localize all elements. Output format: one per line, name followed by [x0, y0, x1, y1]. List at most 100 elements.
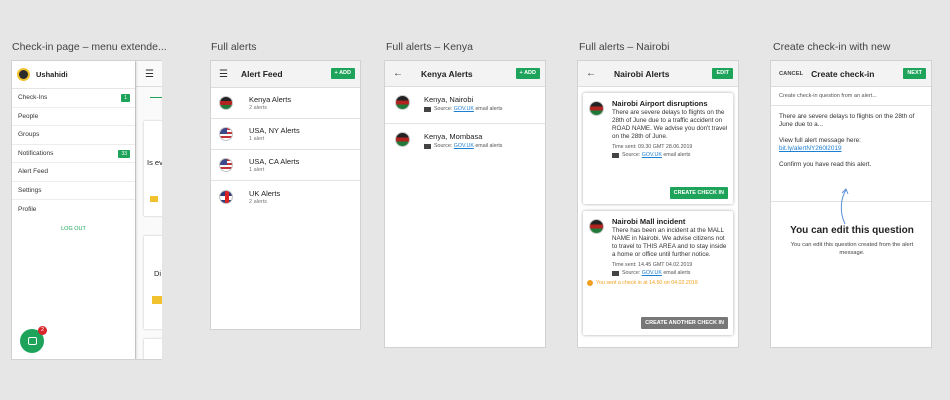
- menu-item-notifications[interactable]: Notifications 33: [12, 145, 135, 163]
- menu-item-alert-feed[interactable]: Alert Feed: [12, 163, 135, 182]
- page-title: Alert Feed: [241, 69, 283, 79]
- menu-label: Profile: [18, 205, 37, 213]
- caption-full-alerts-nairobi: Full alerts – Nairobi: [579, 41, 670, 53]
- checkins-count-badge: 1: [121, 94, 130, 102]
- background-card-badge: [152, 296, 162, 304]
- usa-flag-icon: [219, 158, 233, 172]
- gov-uk-link[interactable]: GOV.UK: [642, 270, 662, 276]
- checkin-sent-warning: You sent a check in at 14.50 on 04.02.20…: [587, 280, 729, 286]
- ushahidi-logo-icon: [17, 68, 30, 81]
- alert-title: Nairobi Mall incident: [612, 217, 686, 226]
- caption-full-alerts-kenya: Full alerts – Kenya: [386, 41, 473, 53]
- kenya-flag-icon: [589, 101, 604, 116]
- alert-feed-row-usa-ny[interactable]: USA, NY Alerts 1 alert: [211, 119, 360, 150]
- add-button[interactable]: + ADD: [515, 68, 540, 79]
- feed-name: Kenya Alerts: [249, 95, 292, 104]
- create-another-check-in-button[interactable]: CREATE ANOTHER CHECK IN: [641, 317, 728, 329]
- alert-source: Source: GOV.UK email alerts: [424, 106, 502, 112]
- source-prefix: Source:: [622, 152, 641, 158]
- menu-item-settings[interactable]: Settings: [12, 182, 135, 200]
- chat-icon: [27, 337, 37, 345]
- chat-button[interactable]: 2: [20, 326, 47, 353]
- feed-count: 1 alert: [249, 167, 265, 173]
- alert-time-sent: Time sent: 09.30 GMT 28.06.2019: [612, 144, 693, 150]
- alert-location: Kenya, Nairobi: [424, 95, 474, 104]
- feed-count: 2 alerts: [249, 198, 268, 205]
- back-arrow-icon[interactable]: ←: [393, 68, 415, 79]
- create-check-in-button[interactable]: CREATE CHECK IN: [669, 187, 728, 199]
- alert-feed-row-kenya[interactable]: Kenya Alerts 2 alerts: [211, 88, 360, 119]
- alert-location: Kenya, Mombasa: [424, 132, 483, 141]
- menu-label: Groups: [18, 131, 40, 139]
- notifications-count-badge: 33: [118, 149, 130, 158]
- caption-full-alerts: Full alerts: [211, 41, 257, 53]
- menu-item-groups[interactable]: Groups: [12, 126, 135, 145]
- drawer-header: Ushahidi: [12, 61, 135, 89]
- app-bar: ☰ Alert Feed + ADD: [211, 61, 360, 88]
- alert-title: Nairobi Airport disruptions: [612, 99, 708, 108]
- alert-feed-row-usa-ca[interactable]: USA, CA Alerts 1 alert: [211, 150, 360, 181]
- feed-count: 1 alert: [249, 136, 265, 142]
- next-button[interactable]: NEXT: [903, 68, 926, 79]
- menu-item-people[interactable]: People: [12, 108, 135, 126]
- envelope-icon: [612, 152, 619, 158]
- app-bar: ← Nairobi Alerts EDIT: [578, 61, 738, 87]
- screen-checkin-menu: ☰ Is ev Di Ushahidi Check-Ins 1 People Gr…: [11, 60, 162, 360]
- source-prefix: Source:: [434, 143, 453, 149]
- alert-row-nairobi[interactable]: Kenya, Nairobi Source: GOV.UK email aler…: [385, 87, 545, 124]
- gov-uk-link[interactable]: GOV.UK: [454, 106, 474, 112]
- source-prefix: Source:: [434, 106, 453, 112]
- question-text-3: Confirm you have read this alert.: [779, 161, 872, 168]
- feed-name: USA, NY Alerts: [249, 126, 300, 135]
- question-text-1: There are severe delays to flights on th…: [779, 113, 915, 128]
- menu-item-profile[interactable]: Profile: [12, 200, 135, 219]
- background-card-badge: [150, 196, 158, 202]
- menu-label: Notifications: [18, 149, 54, 157]
- alert-row-mombasa[interactable]: Kenya, Mombasa Source: GOV.UK email aler…: [385, 124, 545, 161]
- menu-label: Alert Feed: [18, 168, 48, 176]
- envelope-icon: [424, 143, 431, 149]
- feed-name: USA, CA Alerts: [249, 157, 300, 166]
- kenya-flag-icon: [589, 219, 604, 234]
- add-button[interactable]: + ADD: [330, 68, 355, 79]
- kenya-flag-icon: [219, 96, 233, 110]
- gov-uk-link[interactable]: GOV.UK: [454, 143, 474, 149]
- app-bar: ← Kenya Alerts + ADD: [385, 61, 545, 87]
- gov-uk-link[interactable]: GOV.UK: [642, 152, 662, 158]
- logout-button[interactable]: LOG OUT: [12, 226, 135, 232]
- alert-short-link[interactable]: bit.ly/alertNY260l2019: [779, 145, 923, 153]
- alert-body: There are severe delays to flights on th…: [612, 109, 728, 140]
- page-title: Create check-in: [811, 68, 875, 79]
- question-hint: Create check-in question from an alert..…: [771, 87, 931, 106]
- cancel-button[interactable]: CANCEL: [779, 71, 803, 77]
- chat-count-badge: 2: [38, 326, 47, 335]
- feed-name: UK Alerts: [249, 188, 281, 198]
- alert-card-airport: Nairobi Airport disruptions There are se…: [583, 93, 733, 204]
- edit-question-subtext: You can edit this question created from …: [790, 242, 914, 256]
- background-card-2: Di: [144, 236, 162, 329]
- menu-toggle-icon[interactable]: ☰: [145, 69, 154, 80]
- menu-label: People: [18, 112, 39, 120]
- envelope-icon: [424, 106, 431, 112]
- screen-kenya-alerts: ← Kenya Alerts + ADD Kenya, Nairobi Sour…: [384, 60, 546, 348]
- warning-text: You sent a check in at 14.50 on 04.02.20…: [596, 280, 698, 286]
- edit-button[interactable]: EDIT: [712, 68, 733, 79]
- menu-label: Settings: [18, 186, 42, 194]
- usa-flag-icon: [219, 127, 233, 141]
- back-arrow-icon[interactable]: ←: [586, 68, 608, 79]
- kenya-flag-icon: [395, 95, 410, 110]
- menu-label: Check-Ins: [18, 94, 48, 102]
- alert-feed-row-uk[interactable]: UK Alerts 2 alerts: [211, 181, 360, 212]
- alert-source: Source: GOV.UK email alerts: [612, 270, 729, 276]
- background-card-1: Is ev: [144, 121, 162, 216]
- source-prefix: Source:: [622, 270, 641, 276]
- menu-icon[interactable]: ☰: [219, 69, 241, 80]
- alert-time-sent: Time sent: 14.45 GMT 04.02.2019: [612, 262, 693, 268]
- alert-body: There has been an incident at the MALL N…: [612, 227, 727, 258]
- source-suffix: email alerts: [663, 152, 691, 158]
- background-card-text: Di: [154, 269, 162, 278]
- menu-item-checkins[interactable]: Check-Ins 1: [12, 89, 135, 108]
- source-suffix: email alerts: [475, 143, 503, 149]
- app-name: Ushahidi: [36, 70, 68, 79]
- envelope-icon: [612, 270, 619, 276]
